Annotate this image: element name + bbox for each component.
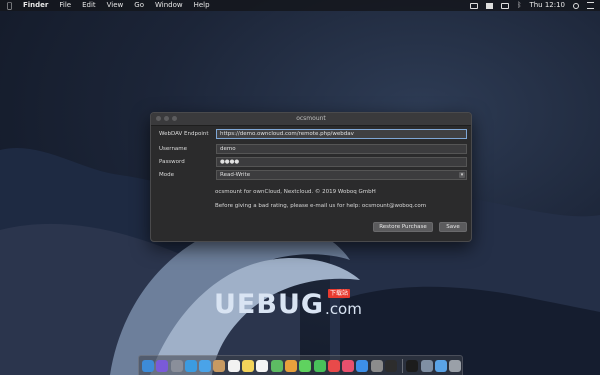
watermark-suffix: .com — [325, 300, 362, 318]
save-button[interactable]: Save — [439, 222, 467, 232]
menu-help[interactable]: Help — [194, 0, 210, 11]
dock-app-store-icon[interactable] — [356, 359, 369, 372]
menu-go[interactable]: Go — [134, 0, 144, 11]
dock-terminal-icon[interactable] — [406, 359, 419, 372]
dock-mail-icon[interactable] — [199, 359, 212, 372]
airplay-icon[interactable] — [501, 2, 510, 9]
chevron-down-icon: ▾ — [459, 172, 465, 178]
dock-trash-icon[interactable] — [449, 359, 462, 372]
menu-bar:  Finder File Edit View Go Window Help ᛒ… — [0, 0, 600, 11]
menu-edit[interactable]: Edit — [82, 0, 96, 11]
ocsmount-window: ocsmount WebDAV Endpoint Username Passwo… — [150, 112, 472, 242]
watermark-text: UEBUG — [214, 289, 325, 320]
clock[interactable]: Thu 12:10 — [529, 0, 565, 11]
search-icon[interactable] — [573, 2, 579, 9]
watermark-badge: 下载站 — [328, 289, 351, 298]
dock-safari-icon[interactable] — [184, 359, 197, 372]
dock-folder-icon[interactable] — [434, 359, 447, 372]
apple-icon[interactable]:  — [7, 0, 15, 11]
mode-label: Mode — [159, 172, 174, 178]
title-bar: ocsmount — [151, 113, 471, 126]
dock-notes-icon[interactable] — [242, 359, 255, 372]
menu-view[interactable]: View — [107, 0, 124, 11]
copyright-text: ocsmount for ownCloud, Nextcloud. © 2019… — [215, 189, 376, 195]
dock-system-preferences-icon[interactable] — [370, 359, 383, 372]
dock-activity-monitor-icon[interactable] — [385, 359, 398, 372]
mode-select[interactable]: Read-Write ▾ — [216, 170, 467, 180]
password-label: Password — [159, 159, 185, 165]
dock-itunes-icon[interactable] — [342, 359, 355, 372]
bluetooth-icon[interactable]: ᛒ — [517, 0, 521, 11]
display-icon[interactable] — [470, 2, 479, 9]
restore-purchase-button[interactable]: Restore Purchase — [373, 222, 433, 232]
endpoint-field[interactable] — [216, 129, 467, 139]
window-title: ocsmount — [296, 115, 326, 122]
dock — [138, 355, 463, 375]
menu-window[interactable]: Window — [155, 0, 183, 11]
dock-photos-icon[interactable] — [284, 359, 297, 372]
dock-reminders-icon[interactable] — [256, 359, 269, 372]
username-field[interactable] — [216, 144, 467, 154]
menu-finder[interactable]: Finder — [23, 0, 48, 11]
watermark-logo: UEBUG .com 下载站 — [214, 289, 362, 320]
dock-news-icon[interactable] — [327, 359, 340, 372]
help-text: Before giving a bad rating, please e-mai… — [215, 203, 427, 209]
endpoint-label: WebDAV Endpoint — [159, 131, 209, 137]
flag-icon[interactable] — [486, 2, 494, 9]
dock-siri-icon[interactable] — [156, 359, 169, 372]
dock-calendar-icon[interactable] — [227, 359, 240, 372]
status-menus: ᛒ Thu 12:10 — [462, 0, 594, 11]
mode-value: Read-Write — [220, 172, 251, 178]
username-label: Username — [159, 146, 188, 152]
notification-center-icon[interactable] — [587, 2, 594, 9]
dock-facetime-icon[interactable] — [313, 359, 326, 372]
mode-row: Mode Read-Write ▾ — [159, 170, 469, 180]
dock-preview-icon[interactable] — [420, 359, 433, 372]
endpoint-row: WebDAV Endpoint — [159, 129, 469, 139]
username-row: Username — [159, 144, 469, 154]
menu-file[interactable]: File — [59, 0, 71, 11]
dock-separator — [402, 358, 404, 373]
dock-messages-icon[interactable] — [299, 359, 312, 372]
dock-maps-icon[interactable] — [270, 359, 283, 372]
dock-launchpad-icon[interactable] — [170, 359, 183, 372]
password-field[interactable] — [216, 157, 467, 167]
dock-contacts-icon[interactable] — [213, 359, 226, 372]
dock-finder-icon[interactable] — [142, 359, 154, 372]
password-row: Password — [159, 157, 469, 167]
